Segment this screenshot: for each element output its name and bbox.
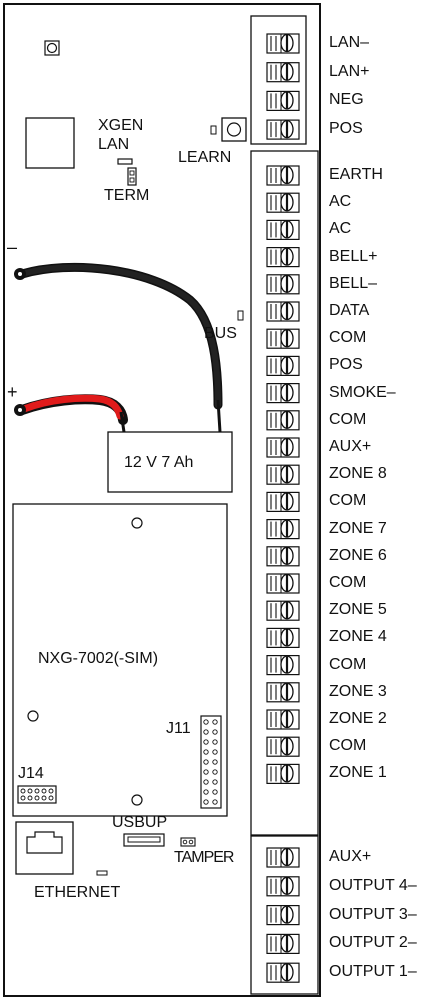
- battery-label: 12 V 7 Ah: [124, 454, 194, 471]
- ethernet-label: ETHERNET: [34, 884, 121, 901]
- terminal-label: AUX+: [329, 438, 372, 455]
- terminal-label: BELL–: [329, 274, 378, 292]
- screw-terminal[interactable]: [266, 876, 300, 897]
- terminal-label: AUX+: [329, 848, 372, 865]
- screw-terminal[interactable]: [266, 274, 300, 295]
- terminal-label: ZONE 8: [329, 465, 387, 483]
- screw-terminal[interactable]: [266, 464, 300, 485]
- screw-terminal[interactable]: [266, 410, 300, 431]
- screw-terminal[interactable]: [266, 763, 300, 785]
- ethernet-led: [96, 870, 108, 876]
- screw-terminal[interactable]: [266, 627, 300, 649]
- battery-positive-symbol: +: [7, 382, 18, 402]
- screw-terminal[interactable]: [266, 165, 300, 186]
- terminal-label: COM: [329, 492, 367, 510]
- terminal-label: BELL+: [329, 247, 378, 265]
- terminal-label: AC: [329, 193, 352, 211]
- terminal-label: ZONE 3: [329, 682, 387, 700]
- screw-terminal[interactable]: [266, 33, 300, 54]
- xgen-label: XGEN: [98, 117, 144, 134]
- screw-terminal[interactable]: [266, 301, 300, 322]
- terminal-label: ZONE 5: [329, 601, 387, 619]
- bus-label: BUS: [204, 325, 237, 342]
- screw-terminal[interactable]: [266, 600, 300, 621]
- screw-terminal[interactable]: [266, 736, 300, 757]
- screw-terminal[interactable]: [266, 709, 300, 730]
- lan-jumper-label: LAN: [98, 136, 130, 153]
- screw-terminal[interactable]: [266, 682, 300, 703]
- terminal-label: POS: [329, 356, 363, 374]
- battery-negative-symbol: –: [7, 237, 18, 257]
- learn-label: LEARN: [178, 149, 232, 166]
- screw-terminal[interactable]: [266, 62, 300, 83]
- terminal-label: COM: [329, 410, 367, 428]
- screw-terminal[interactable]: [266, 518, 300, 540]
- screw-terminal[interactable]: [266, 437, 300, 458]
- module-label: NXG-7002(-SIM): [38, 650, 159, 667]
- screw-terminal[interactable]: [266, 192, 300, 213]
- screw-terminal[interactable]: [266, 247, 300, 268]
- screw-terminal[interactable]: [266, 546, 300, 567]
- bus-led: [237, 310, 244, 321]
- screw-terminal[interactable]: [266, 904, 300, 926]
- usb-port[interactable]: [123, 833, 165, 847]
- screw-terminal[interactable]: [266, 119, 300, 140]
- terminal-label: LAN+: [329, 62, 370, 80]
- buzzer-icon: [44, 40, 60, 56]
- terminal-label: COM: [329, 574, 367, 591]
- terminal-label: EARTH: [329, 166, 383, 183]
- learn-button[interactable]: [210, 117, 247, 142]
- screw-terminal[interactable]: [266, 90, 300, 112]
- battery-positive-wire: [14, 394, 128, 433]
- j11-header: [200, 715, 222, 809]
- screw-terminal[interactable]: [266, 573, 300, 594]
- terminal-label: LAN–: [329, 34, 370, 51]
- terminal-label: OUTPUT 3–: [329, 905, 417, 923]
- screw-terminal[interactable]: [266, 654, 300, 676]
- tamper-label: TAMPER: [174, 849, 234, 866]
- terminal-label: ZONE 2: [329, 710, 387, 727]
- screw-terminal[interactable]: [266, 328, 300, 349]
- screw-terminal[interactable]: [266, 962, 300, 983]
- screw-terminal[interactable]: [266, 491, 300, 512]
- terminal-label: AC: [329, 220, 352, 238]
- screw-terminal[interactable]: [266, 847, 300, 868]
- processor-chip: [25, 117, 75, 169]
- screw-terminal[interactable]: [266, 383, 300, 404]
- term-label: TERM: [104, 187, 150, 204]
- usbup-label: USBUP: [112, 814, 168, 831]
- terminal-label: ZONE 6: [329, 546, 387, 564]
- terminal-label: SMOKE–: [329, 383, 396, 401]
- terminal-label: OUTPUT 2–: [329, 934, 417, 952]
- term-jumper[interactable]: [127, 167, 137, 186]
- terminal-label: OUTPUT 4–: [329, 876, 417, 894]
- tamper-header: [180, 837, 196, 847]
- screw-terminal[interactable]: [266, 219, 300, 240]
- terminal-label: COM: [329, 329, 367, 347]
- screw-terminal[interactable]: [266, 355, 300, 376]
- terminal-label: POS: [329, 120, 363, 138]
- j14-header: [17, 785, 57, 804]
- j14-label: J14: [18, 765, 44, 782]
- ethernet-port[interactable]: [15, 821, 74, 875]
- terminal-label: COM: [329, 737, 367, 755]
- terminal-label: ZONE 1: [329, 764, 387, 782]
- terminal-label: NEG: [329, 91, 364, 109]
- terminal-label: COM: [329, 655, 367, 673]
- terminal-label: ZONE 4: [329, 628, 387, 646]
- terminal-label: DATA: [329, 302, 370, 319]
- battery-negative-wire: [14, 262, 223, 410]
- screw-terminal[interactable]: [266, 933, 300, 955]
- lan-jumper: [117, 158, 133, 165]
- j11-label: J11: [166, 720, 191, 737]
- terminal-label: ZONE 7: [329, 519, 387, 537]
- terminal-label: OUTPUT 1–: [329, 963, 417, 981]
